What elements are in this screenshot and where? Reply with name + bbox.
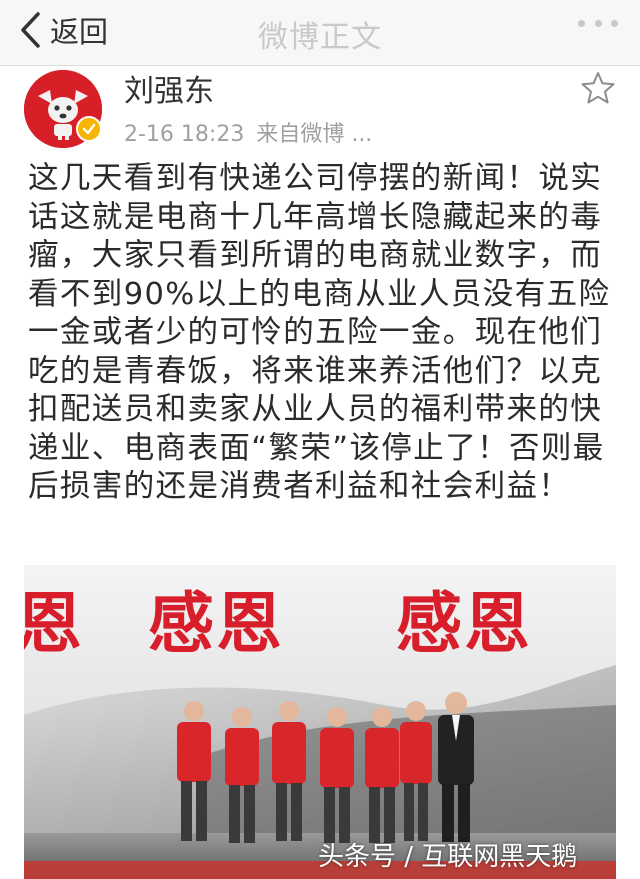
username[interactable]: 刘强东 (124, 66, 214, 110)
star-outline-icon[interactable] (580, 70, 616, 106)
more-dots-icon[interactable] (578, 20, 618, 32)
verified-badge-icon (76, 116, 102, 142)
source-text: 来自微博 ... (256, 122, 373, 147)
navigation-bar: 返回 微博正文 (0, 0, 640, 66)
photo-banner: 恩 感恩 感恩 (24, 583, 616, 662)
banner-fragment: 恩 (24, 584, 84, 662)
page-title: 微博正文 (258, 20, 382, 55)
watermark: 头条号 / 互联网黑天鹅 (318, 842, 578, 872)
post-photo[interactable]: 恩 感恩 感恩 (24, 565, 616, 879)
banner-text-right: 感恩 (396, 584, 532, 662)
timestamp: 2-16 18:23 (124, 122, 245, 147)
post-text: 这几天看到有快递公司停摆的新闻！说实话这就是电商十几年高增长隐藏起来的毒瘤，大家… (28, 161, 611, 504)
banner-text-middle: 感恩 (148, 584, 284, 662)
post-meta: 2-16 18:23 来自微博 ... (124, 116, 372, 148)
